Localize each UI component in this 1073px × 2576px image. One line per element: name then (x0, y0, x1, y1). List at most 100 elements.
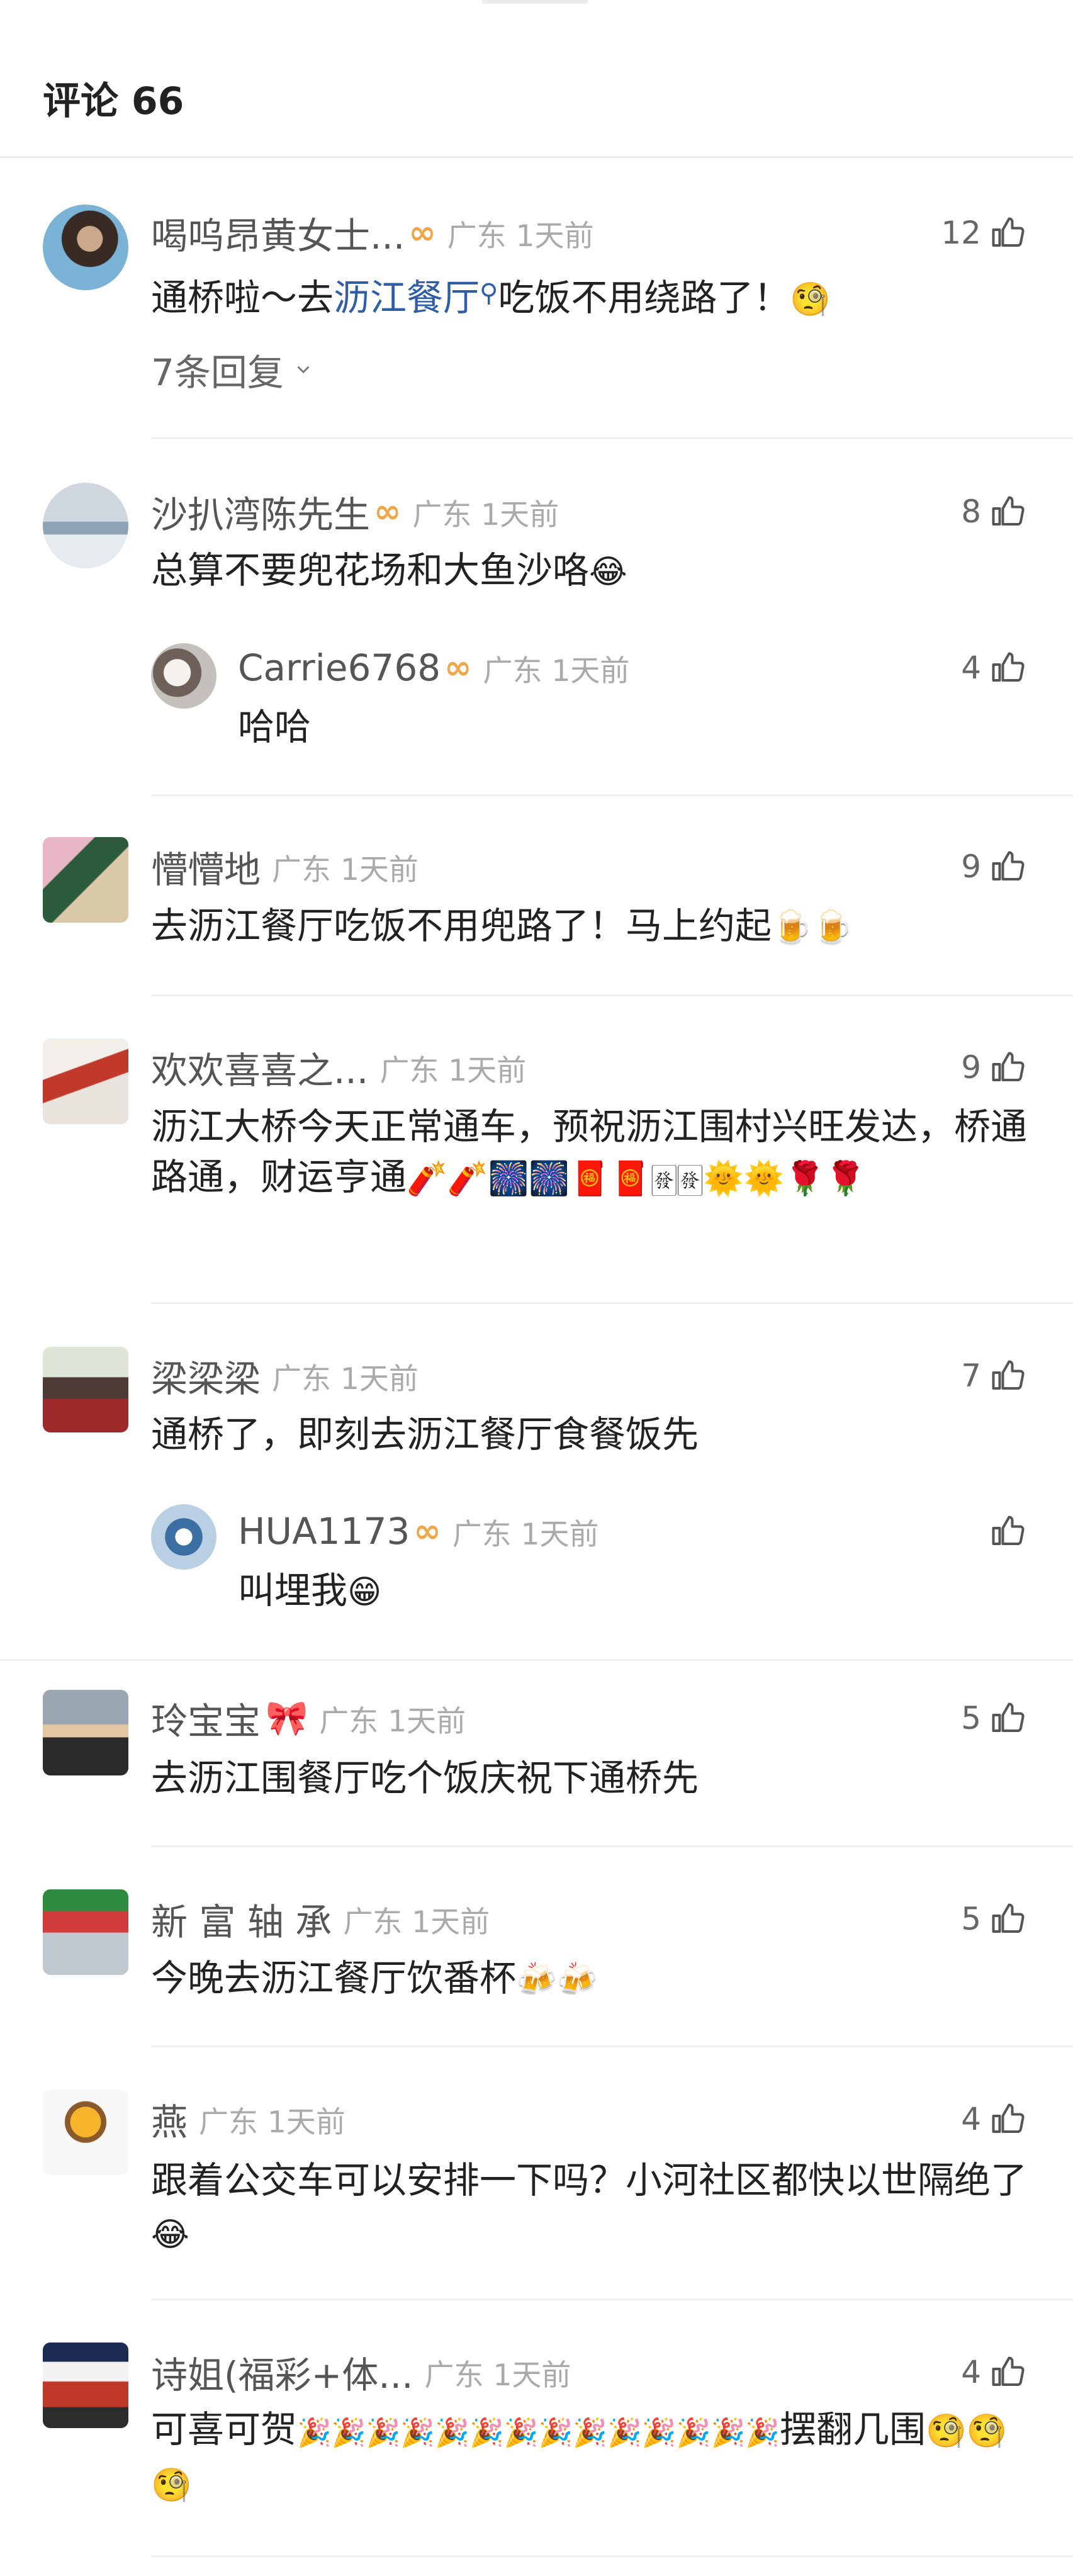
like-count: 8 (961, 493, 981, 530)
reply-avatar[interactable] (151, 1504, 216, 1570)
divider (151, 437, 1073, 439)
thumbs-up-icon (992, 1702, 1025, 1732)
thumbs-up-icon (992, 496, 1025, 526)
comment-meta: 广东 1天前 (319, 1704, 466, 1739)
vip-badge-icon: ∞ (408, 214, 436, 252)
thumbs-up-icon (992, 851, 1025, 880)
comment-meta: 广东 1天前 (412, 497, 559, 532)
username[interactable]: 玲宝宝 (151, 1692, 261, 1745)
comment-text: 总算不要兜花场和大鱼沙咯😂 (151, 543, 1029, 599)
reply-like-button[interactable]: 4 (961, 643, 1026, 693)
username[interactable]: 沙扒湾陈先生 (151, 485, 370, 538)
avatar[interactable] (43, 2089, 128, 2175)
username[interactable]: 诗姐(福彩+体... (151, 2346, 413, 2399)
reply-text: 哈哈 (238, 706, 312, 748)
comment-text: 可喜可贺🎉🎉🎉🎉🎉🎉🎉🎉🎉🎉🎉🎉🎉🎉摆翻几围🧐🧐🧐 (151, 2404, 1029, 2511)
comment-text: 通桥了，即刻去沥江餐厅食餐饭先 (151, 1413, 699, 1456)
like-count: 9 (961, 1049, 981, 1086)
comment-text-part: 跟着公交车可以安排一下吗？小河社区都快以世隔绝了 (151, 2159, 1028, 2202)
avatar[interactable] (43, 837, 128, 923)
emoji: 🧐 (790, 281, 831, 318)
username[interactable]: 欢欢喜喜之... (151, 1041, 368, 1094)
comment-header-row: 诗姐(福彩+体... 广东 1天前 (151, 2347, 571, 2397)
thumbs-up-icon (992, 1903, 1025, 1933)
like-button[interactable]: 9 (961, 1042, 1026, 1093)
comment-header-row: 喝呜昂黄女士... ∞ 广东 1天前 (151, 208, 593, 258)
vip-badge-icon: ∞ (444, 649, 472, 687)
username[interactable]: 喝呜昂黄女士... (151, 206, 405, 259)
username[interactable]: 燕 (151, 2093, 188, 2146)
divider (151, 794, 1073, 796)
thumbs-up-icon (992, 1516, 1025, 1545)
vip-badge-icon: ∞ (413, 1512, 441, 1550)
comment-text-part: 去沥江餐厅吃饭不用兜路了！马上约起 (151, 904, 772, 947)
comment-meta: 广东 1天前 (424, 2358, 571, 2393)
like-button[interactable]: 8 (961, 487, 1026, 537)
emoji: 🍺🍺 (772, 909, 853, 947)
like-button[interactable]: 9 (961, 841, 1026, 892)
comment-header-row: 玲宝宝 🎀 广东 1天前 (151, 1693, 466, 1743)
divider (0, 1659, 1073, 1661)
comment-text: 去沥江餐厅吃饭不用兜路了！马上约起🍺🍺 (151, 899, 1029, 955)
thumbs-up-icon (992, 217, 1025, 247)
emoji: 🧨🧨🎆🎆🧧🧧🀅🀅🌞🌞🌹🌹 (407, 1160, 867, 1198)
avatar[interactable] (43, 2343, 128, 2428)
place-link[interactable]: 沥江餐厅 (334, 276, 480, 319)
username[interactable]: 梁梁梁 (151, 1349, 261, 1402)
comments-header: 评论 66 (0, 0, 1073, 158)
like-count: 12 (941, 215, 981, 251)
like-count: 4 (961, 650, 981, 686)
username[interactable]: 懵懵地 (151, 840, 261, 893)
comment-text: 去沥江围餐厅吃个饭庆祝下通桥先 (151, 1757, 699, 1799)
comment-text: 通桥啦～去沥江餐厅⚲吃饭不用绕路了！🧐 (151, 266, 1029, 327)
like-button[interactable]: 4 (961, 2094, 1026, 2144)
reply-meta: 广东 1天前 (483, 653, 630, 689)
comment-header-row: 欢欢喜喜之... 广东 1天前 (151, 1042, 526, 1093)
avatar[interactable] (43, 1347, 128, 1432)
like-count: 4 (961, 2354, 981, 2390)
comment-text: 今晚去沥江餐厅饮番杯🍻🍻 (151, 1951, 1029, 2007)
avatar[interactable] (43, 205, 128, 290)
avatar[interactable] (43, 1690, 128, 1775)
like-count: 9 (961, 848, 981, 885)
divider (151, 2555, 1073, 2557)
comment-meta: 广东 1天前 (272, 1361, 419, 1397)
search-icon[interactable]: ⚲ (480, 279, 498, 308)
reply-username[interactable]: HUA1173 (238, 1510, 410, 1553)
divider (151, 994, 1073, 996)
avatar[interactable] (43, 1889, 128, 1975)
comment-text-part: 吃饭不用绕路了！ (498, 276, 790, 319)
reply-like-button[interactable] (981, 1506, 1026, 1556)
comment-header-row: 沙扒湾陈先生 ∞ 广东 1天前 (151, 487, 559, 537)
comment-text-part: 总算不要兜花场和大鱼沙咯 (151, 549, 590, 592)
comment-header-row: 懵懵地 广东 1天前 (151, 841, 419, 892)
like-button[interactable]: 5 (961, 1894, 1026, 1944)
like-button[interactable]: 5 (961, 1693, 1026, 1743)
view-replies-link[interactable]: 7条回复 (151, 343, 314, 396)
avatar[interactable] (43, 483, 128, 568)
vip-badge-icon: ∞ (374, 493, 402, 531)
comment-header-row: 燕 广东 1天前 (151, 2094, 345, 2144)
thumbs-up-icon (992, 1052, 1025, 1081)
like-count: 5 (961, 1901, 981, 1937)
reply-text-part: 叫埋我 (238, 1569, 348, 1612)
avatar[interactable] (43, 1038, 128, 1124)
comment-text-part: 可喜可贺 (151, 2408, 298, 2451)
username[interactable]: 新 富 轴 承 (151, 1893, 332, 1945)
comment-meta: 广东 1天前 (199, 2105, 345, 2140)
like-button[interactable]: 12 (941, 208, 1026, 258)
comment-text: 跟着公交车可以安排一下吗？小河社区都快以世隔绝了 😂 (151, 2154, 1029, 2261)
comment-text-part: 今晚去沥江餐厅饮番杯 (151, 1957, 517, 1999)
chevron-down-icon (297, 366, 310, 374)
replies-count-label: 7条回复 (151, 351, 284, 394)
like-count: 7 (961, 1358, 981, 1394)
like-button[interactable]: 7 (961, 1351, 1026, 1401)
comment-text: 沥江大桥今天正常通车，预祝沥江围村兴旺发达，桥通路通，财运亨通🧨🧨🎆🎆🧧🧧🀅🀅🌞… (151, 1101, 1029, 1204)
reply-header-row: Carrie6768 ∞ 广东 1天前 (238, 643, 629, 693)
comments-title: 评论 66 (43, 79, 184, 123)
reply-username[interactable]: Carrie6768 (238, 646, 441, 689)
like-button[interactable]: 4 (961, 2347, 1026, 2397)
reply-avatar[interactable] (151, 643, 216, 709)
thumbs-up-icon (992, 2103, 1025, 2133)
comment-text-part: 通桥啦～去 (151, 276, 334, 319)
